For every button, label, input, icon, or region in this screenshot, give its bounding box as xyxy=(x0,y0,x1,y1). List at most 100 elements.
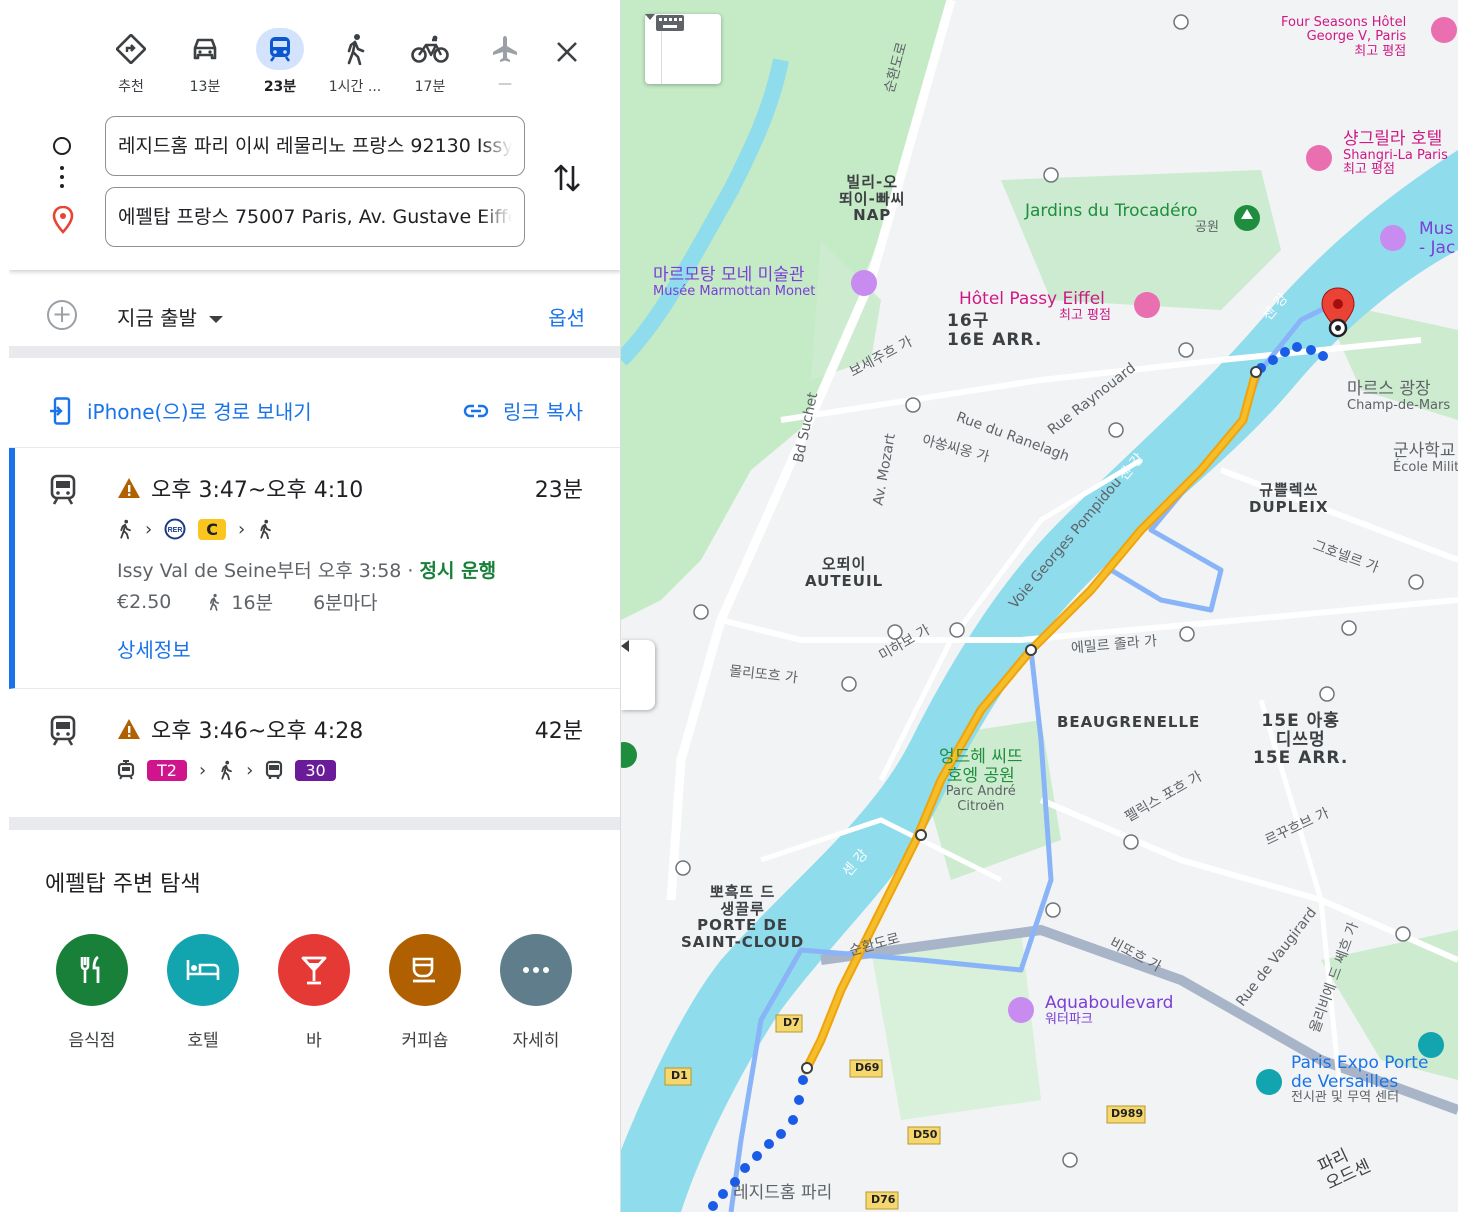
keyboard-shortcuts-button[interactable] xyxy=(645,14,721,84)
category-label: 바 xyxy=(306,1031,322,1051)
explore-title: 에펠탑 주변 탐색 xyxy=(45,872,201,897)
swap-button[interactable] xyxy=(551,160,583,196)
label-porte-saint-cloud: 뽀흑뜨 드 생끌루 PORTE DE SAINT-CLOUD xyxy=(681,883,805,951)
route-time: 오후 3:47~오후 4:10 xyxy=(117,472,363,504)
map-canvas[interactable]: D7 D1 D69 D50 D76 D989 Jardins du Trocad… xyxy=(621,0,1458,1212)
mode-label: 추천 xyxy=(118,79,144,95)
label-trocadero: Jardins du Trocadéro 공원 xyxy=(1025,201,1219,235)
label-dupleix: 규쁠렉쓰 DUPLEIX xyxy=(1249,481,1329,516)
phone-send-icon xyxy=(50,396,71,425)
route-option-2[interactable]: 오후 3:46~오후 4:28 42분 T2 › › 30 xyxy=(9,689,620,818)
walk-time-text: 16분 xyxy=(231,592,274,614)
warning-icon xyxy=(118,478,140,498)
route-time-text: 오후 3:47~오후 4:10 xyxy=(151,478,364,503)
close-button[interactable] xyxy=(549,34,585,70)
label-shangrila: 샹그릴라 호텔 Shangri-La Paris 최고 평점 xyxy=(1343,129,1448,177)
mode-transit[interactable]: 23분 xyxy=(244,28,316,96)
category-label: 커피숍 xyxy=(401,1031,449,1051)
walk-icon xyxy=(221,760,233,781)
label-residhome: 레지드홈 파리 xyxy=(733,1183,833,1203)
flight-icon xyxy=(481,28,529,70)
depart-row: + 지금 출발 옵션 xyxy=(9,272,620,358)
keyboard-icon xyxy=(656,15,684,31)
copy-link-button[interactable]: 링크 복사 xyxy=(463,396,583,425)
mode-label: 17분 xyxy=(414,79,446,95)
map-graphics xyxy=(621,0,1458,1212)
send-row: iPhone(으)로 경로 보내기 링크 복사 xyxy=(9,370,620,448)
category-more[interactable]: 자세히 xyxy=(491,934,581,1051)
mode-cycling[interactable]: 17분 xyxy=(394,28,466,96)
destination-pin-icon xyxy=(52,205,74,238)
link-icon xyxy=(463,404,489,417)
send-to-phone-button[interactable]: iPhone(으)로 경로 보내기 xyxy=(49,396,312,425)
mode-driving[interactable]: 13분 xyxy=(169,28,241,96)
category-bars[interactable]: 바 xyxy=(269,934,359,1051)
route-duration: 42분 xyxy=(534,719,583,744)
depart-time-dropdown[interactable]: 지금 출발 xyxy=(117,302,223,331)
mode-label: 23분 xyxy=(263,79,297,95)
route-steps: T2 › › 30 xyxy=(117,759,336,781)
walk-icon xyxy=(120,519,131,540)
category-hotels[interactable]: 호텔 xyxy=(158,934,248,1051)
label-four-seasons: Four Seasons Hôtel George V, Paris 최고 평점 xyxy=(1281,15,1407,59)
route-fare-info: €2.50 16분 6분마다 xyxy=(117,588,378,615)
copy-label: 링크 복사 xyxy=(503,400,583,424)
hotel-icon xyxy=(167,934,239,1006)
car-icon xyxy=(181,28,229,70)
options-button[interactable]: 옵션 xyxy=(548,302,585,331)
tram-badge: T2 xyxy=(147,759,187,781)
label-paris-expo: Paris Expo Porte de Versailles 전시관 및 무역 센… xyxy=(1291,1053,1429,1106)
category-label: 자세히 xyxy=(512,1031,560,1051)
label-auteuil: 오뙤이 AUTEUIL xyxy=(805,555,884,590)
tram-icon xyxy=(117,760,135,780)
collapse-panel-button[interactable] xyxy=(621,640,655,710)
label-musee: Mus - Jac xyxy=(1419,219,1456,258)
road-d50: D50 xyxy=(913,1128,938,1141)
warning-icon xyxy=(118,719,140,739)
route-duration: 23분 xyxy=(534,478,583,503)
bus-icon xyxy=(266,760,283,779)
train-icon xyxy=(49,715,77,751)
category-coffee[interactable]: 커피숍 xyxy=(380,934,470,1051)
label-aquaboulevard: Aquaboulevard 워터파크 xyxy=(1045,993,1174,1027)
category-restaurants[interactable]: 음식점 xyxy=(47,934,137,1051)
details-link[interactable]: 상세정보 xyxy=(117,634,191,663)
departure-text: Issy Val de Seine부터 오후 3:58 · xyxy=(117,560,420,582)
road-d69: D69 xyxy=(855,1061,880,1074)
bus-badge: 30 xyxy=(295,759,336,781)
label-marmottan: 마르모탕 모네 미술관 Musée Marmottan Monet xyxy=(653,265,816,299)
category-label: 호텔 xyxy=(187,1031,219,1051)
directions-panel: 추천 13분 23분 1시간 ... 17분 — 레지드홈 파리 이씨 레물리노… xyxy=(9,0,621,1212)
mode-flight[interactable]: — xyxy=(469,28,541,92)
mode-walking[interactable]: 1시간 ... xyxy=(319,28,391,96)
route-departure-info: Issy Val de Seine부터 오후 3:58 · 정시 운행 xyxy=(117,556,496,583)
route-steps: › RER C › xyxy=(117,518,273,540)
fare-text: €2.50 xyxy=(117,590,172,613)
origin-input[interactable]: 레지드홈 파리 이씨 레물리노 프랑스 92130 Issy-les-Mouli… xyxy=(105,116,525,176)
road-d1: D1 xyxy=(671,1069,688,1082)
chevron-right-icon: › xyxy=(198,759,207,781)
caret-down-icon xyxy=(208,316,223,323)
directions-icon xyxy=(107,28,155,70)
chevron-right-icon: › xyxy=(246,759,254,781)
close-icon xyxy=(557,42,577,62)
train-icon xyxy=(49,474,77,510)
road-d989: D989 xyxy=(1111,1107,1144,1120)
directions-header: 추천 13분 23분 1시간 ... 17분 — 레지드홈 파리 이씨 레물리노… xyxy=(9,0,620,270)
chevron-right-icon: › xyxy=(145,518,153,540)
mode-best[interactable]: 추천 xyxy=(95,28,167,96)
walk-icon xyxy=(210,593,220,611)
walk-icon xyxy=(260,519,272,540)
line-badge: C xyxy=(198,518,226,540)
more-icon xyxy=(500,934,572,1006)
road-d7: D7 xyxy=(783,1016,800,1029)
label-16e: 16구 16E ARR. xyxy=(947,311,1043,350)
route-time: 오후 3:46~오후 4:28 xyxy=(117,713,363,745)
route-option-1[interactable]: 오후 3:47~오후 4:10 23분 › RER C › Issy Val d… xyxy=(9,448,620,689)
depart-label: 지금 출발 xyxy=(117,306,197,330)
add-destination-button[interactable]: + xyxy=(47,300,77,330)
label-nap: 빌리-오 뙤이-빠씨 NAP xyxy=(839,173,906,224)
coffee-icon xyxy=(389,934,461,1006)
destination-input[interactable]: 에펠탑 프랑스 75007 Paris, Av. Gustave Eiffel xyxy=(105,187,525,247)
label-citroen: 엉드헤 씨뜨 호엥 공원 Parc André Citroën xyxy=(939,747,1023,814)
